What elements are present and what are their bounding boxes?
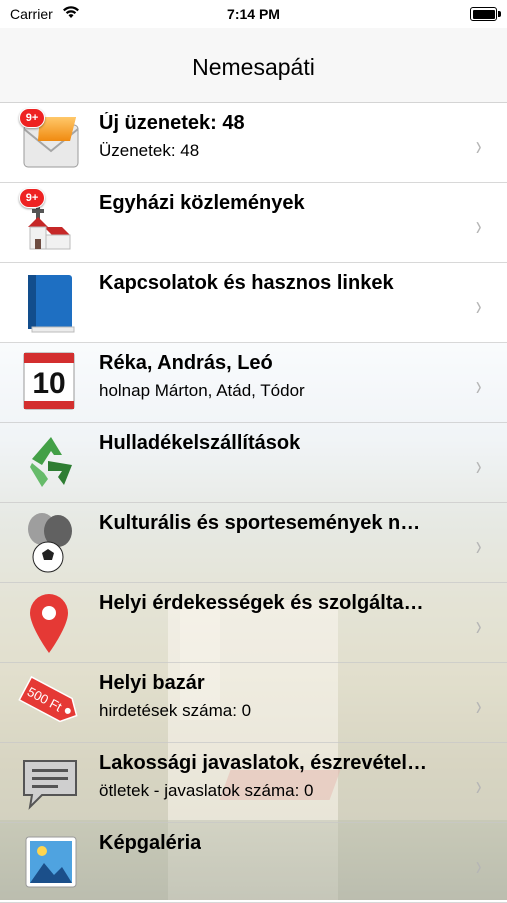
unread-badge: 9+: [19, 108, 45, 128]
row-title: Hulladékelszállítások: [99, 432, 301, 454]
list-item-events[interactable]: Kulturális és sportesemények n… ›: [0, 503, 507, 583]
unread-badge: 9+: [19, 188, 45, 208]
list-item-bazaar[interactable]: 500 Ft Helyi bazár hirdetések száma: 0 ›: [0, 663, 507, 743]
battery-icon: [470, 7, 501, 21]
list-item-contacts[interactable]: Kapcsolatok és hasznos linkek ›: [0, 263, 507, 343]
row-title: Helyi érdekességek és szolgálta…: [99, 592, 424, 614]
list-item-name-days[interactable]: 10 Réka, András, Leó holnap Márton, Atád…: [0, 343, 507, 423]
row-title: Helyi bazár: [99, 672, 205, 694]
row-subtitle: Üzenetek: 48: [99, 141, 200, 160]
chevron-right-icon: ›: [475, 850, 482, 881]
chevron-right-icon: ›: [475, 690, 482, 721]
masks-football-icon: [28, 513, 72, 573]
chevron-right-icon: ›: [475, 450, 482, 481]
clock: 7:14 PM: [227, 6, 280, 22]
book-icon: [28, 275, 75, 333]
speech-bubble-icon: [23, 760, 77, 810]
chevron-right-icon: ›: [475, 370, 482, 401]
recycle-icon: [30, 437, 72, 487]
chevron-right-icon: ›: [475, 290, 482, 321]
list-item-messages[interactable]: 9+ Új üzenetek: 48 Üzenetek: 48 ›: [0, 103, 507, 183]
status-bar: Carrier 7:14 PM: [0, 0, 507, 28]
chevron-right-icon: ›: [475, 130, 482, 161]
list-item-local-attractions[interactable]: Helyi érdekességek és szolgálta… ›: [0, 583, 507, 663]
price-tag-icon: 500 Ft: [18, 675, 78, 723]
navigation-bar: Nemesapáti: [0, 28, 507, 103]
chevron-right-icon: ›: [475, 530, 482, 561]
row-title: Kulturális és sportesemények n…: [99, 512, 421, 534]
svg-text:10: 10: [32, 367, 65, 400]
calendar-icon: 10: [23, 352, 75, 410]
chevron-right-icon: ›: [475, 210, 482, 241]
row-subtitle: holnap Márton, Atád, Tódor: [99, 381, 305, 400]
list-item-waste-collection[interactable]: Hulladékelszállítások ›: [0, 423, 507, 503]
photo-icon: [25, 836, 77, 888]
row-subtitle: hirdetések száma: 0: [99, 701, 252, 720]
row-title: Réka, András, Leó: [99, 352, 273, 374]
row-title: Egyházi közlemények: [99, 192, 305, 214]
row-title: Új üzenetek: 48: [99, 112, 245, 134]
list-item-gallery[interactable]: Képgaléria ›: [0, 823, 507, 903]
map-pin-icon: [30, 594, 68, 653]
chevron-right-icon: ›: [475, 610, 482, 641]
list-item-suggestions[interactable]: Lakossági javaslatok, észrevétel… ötlete…: [0, 743, 507, 823]
row-title: Képgaléria: [99, 832, 202, 854]
menu-list: 9+ Új üzenetek: 48 Üzenetek: 48 › 9+ Egy…: [0, 103, 507, 903]
page-title: Nemesapáti: [192, 54, 315, 80]
list-item-church-announcements[interactable]: 9+ Egyházi közlemények ›: [0, 183, 507, 263]
row-subtitle: ötletek - javaslatok száma: 0: [99, 781, 314, 800]
row-title: Kapcsolatok és hasznos linkek: [99, 272, 394, 294]
row-title: Lakossági javaslatok, észrevétel…: [99, 752, 427, 774]
chevron-right-icon: ›: [475, 770, 482, 801]
